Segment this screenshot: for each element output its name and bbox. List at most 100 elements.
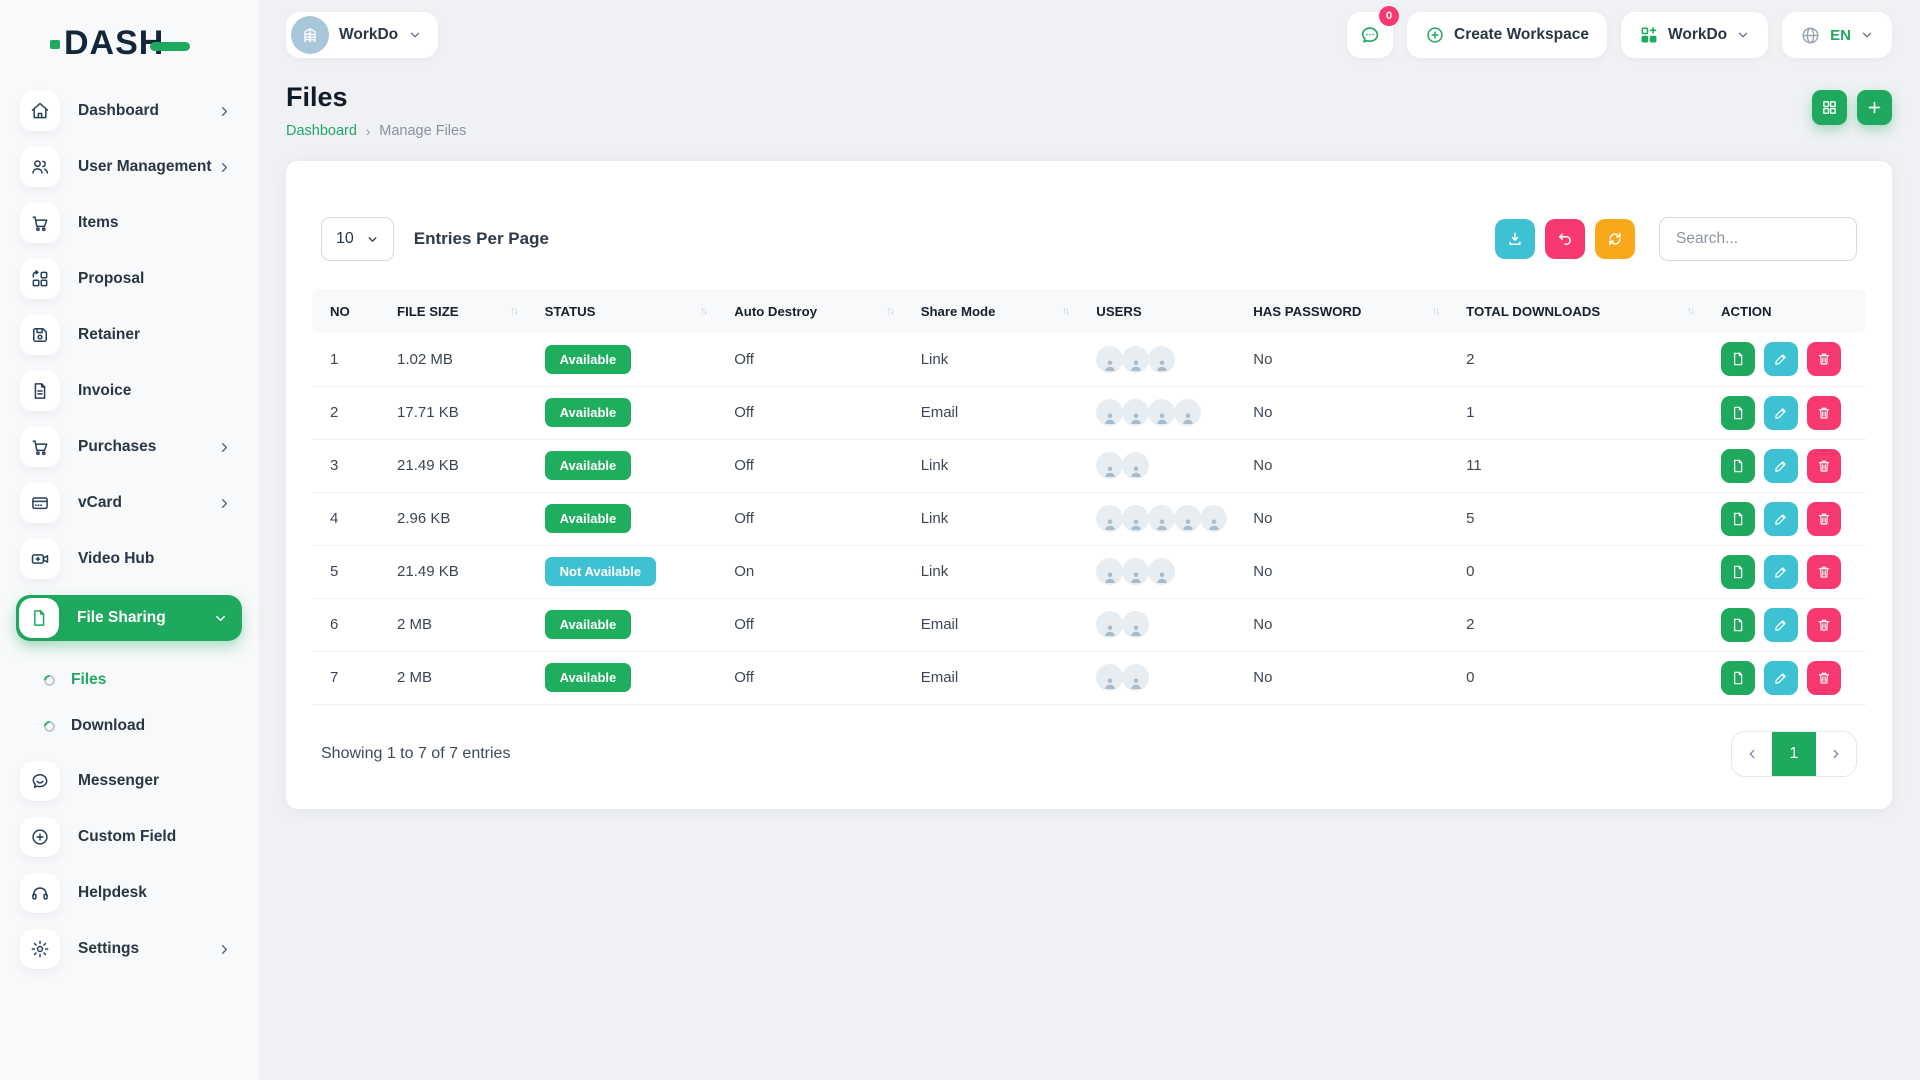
delete-file-button[interactable] <box>1807 342 1841 376</box>
delete-file-button[interactable] <box>1807 555 1841 589</box>
sidebar-item-messenger[interactable]: Messenger <box>16 761 242 801</box>
sidebar-item-file-sharing[interactable]: File Sharing <box>16 595 242 641</box>
view-file-button[interactable] <box>1721 608 1755 642</box>
view-file-button[interactable] <box>1721 342 1755 376</box>
view-file-button[interactable] <box>1721 396 1755 430</box>
previous-page-button[interactable] <box>1732 732 1772 776</box>
user-avatar <box>1122 611 1149 638</box>
delete-file-button[interactable] <box>1807 661 1841 695</box>
cell-users <box>1084 651 1241 704</box>
cell-file-size: 17.71 KB <box>385 386 533 439</box>
entries-select-value: 10 <box>336 230 354 248</box>
page-number-button[interactable]: 1 <box>1772 732 1816 776</box>
col-header-action: ACTION <box>1709 289 1866 333</box>
sidebar-item-items[interactable]: Items <box>16 203 242 243</box>
sidebar-item-label: Purchases <box>78 438 217 456</box>
cell-no: 5 <box>312 545 385 598</box>
sort-icon[interactable]: ↑↓ <box>1062 305 1073 317</box>
sidebar-item-dashboard[interactable]: Dashboard <box>16 91 242 131</box>
sidebar-item-retainer[interactable]: Retainer <box>16 315 242 355</box>
create-workspace-button[interactable]: Create Workspace <box>1407 12 1607 58</box>
cell-no: 6 <box>312 598 385 651</box>
users-icon <box>20 147 60 187</box>
view-file-button[interactable] <box>1721 555 1755 589</box>
cell-users <box>1084 333 1241 386</box>
entries-per-page-select[interactable]: 10 <box>321 217 394 261</box>
refresh-button[interactable] <box>1595 219 1635 259</box>
view-file-button[interactable] <box>1721 449 1755 483</box>
sort-icon[interactable]: ↑↓ <box>1432 305 1443 317</box>
col-header-share-mode[interactable]: Share Mode↑↓ <box>909 289 1085 333</box>
user-avatar <box>1122 399 1149 426</box>
cell-share-mode: Email <box>909 598 1085 651</box>
delete-file-button[interactable] <box>1807 502 1841 536</box>
sidebar-subitem-label: Files <box>71 671 106 689</box>
view-file-button[interactable] <box>1721 502 1755 536</box>
trash-icon <box>1816 405 1832 421</box>
cell-users <box>1084 598 1241 651</box>
view-file-button[interactable] <box>1721 661 1755 695</box>
cell-status: Available <box>533 333 723 386</box>
cell-share-mode: Email <box>909 386 1085 439</box>
edit-file-button[interactable] <box>1764 342 1798 376</box>
cell-share-mode: Link <box>909 492 1085 545</box>
workspace-selector[interactable]: WorkDo <box>286 12 438 58</box>
status-badge: Available <box>545 451 632 480</box>
col-header-status[interactable]: STATUS↑↓ <box>533 289 723 333</box>
sidebar-item-vcard[interactable]: vCard <box>16 483 242 523</box>
plus-circle-icon <box>20 817 60 857</box>
delete-file-button[interactable] <box>1807 396 1841 430</box>
avatar-group <box>1096 664 1229 691</box>
delete-file-button[interactable] <box>1807 449 1841 483</box>
language-code: EN <box>1830 27 1851 44</box>
breadcrumb-dashboard-link[interactable]: Dashboard <box>286 123 357 139</box>
messages-button[interactable]: 0 <box>1347 12 1393 58</box>
file-icon <box>1730 351 1746 367</box>
pencil-icon <box>1773 458 1789 474</box>
showing-entries-text: Showing 1 to 7 of 7 entries <box>321 745 510 763</box>
entries-per-page-label: Entries Per Page <box>414 229 549 249</box>
sidebar-item-purchases[interactable]: Purchases <box>16 427 242 467</box>
col-header-has-password[interactable]: HAS PASSWORD↑↓ <box>1241 289 1454 333</box>
delete-file-button[interactable] <box>1807 608 1841 642</box>
grid-view-button[interactable] <box>1812 90 1847 125</box>
sidebar-item-helpdesk[interactable]: Helpdesk <box>16 873 242 913</box>
user-avatar <box>1174 399 1201 426</box>
sidebar-subitem-download[interactable]: Download <box>16 703 242 749</box>
sidebar-item-invoice[interactable]: Invoice <box>16 371 242 411</box>
app-selector-button[interactable]: WorkDo <box>1621 12 1768 58</box>
next-page-button[interactable] <box>1816 732 1856 776</box>
sidebar-subitem-files[interactable]: Files <box>16 657 242 703</box>
chat-bubble-icon <box>1359 24 1381 46</box>
col-header-auto-destroy[interactable]: Auto Destroy↑↓ <box>722 289 908 333</box>
col-header-total-downloads[interactable]: TOTAL DOWNLOADS↑↓ <box>1454 289 1709 333</box>
edit-file-button[interactable] <box>1764 608 1798 642</box>
sort-icon[interactable]: ↑↓ <box>886 305 897 317</box>
language-selector[interactable]: EN <box>1782 12 1892 58</box>
export-download-button[interactable] <box>1495 219 1535 259</box>
undo-button[interactable] <box>1545 219 1585 259</box>
sidebar-item-video-hub[interactable]: Video Hub <box>16 539 242 579</box>
edit-file-button[interactable] <box>1764 396 1798 430</box>
save-icon <box>20 315 60 355</box>
sort-icon[interactable]: ↑↓ <box>700 305 711 317</box>
cell-auto-destroy: Off <box>722 492 908 545</box>
sidebar-item-custom-field[interactable]: Custom Field <box>16 817 242 857</box>
sidebar-item-proposal[interactable]: Proposal <box>16 259 242 299</box>
search-input[interactable] <box>1659 217 1857 261</box>
add-file-button[interactable] <box>1857 90 1892 125</box>
sidebar-item-user-management[interactable]: User Management <box>16 147 242 187</box>
sort-icon[interactable]: ↑↓ <box>510 305 521 317</box>
brand-logo[interactable]: DASH <box>64 24 258 63</box>
edit-file-button[interactable] <box>1764 555 1798 589</box>
edit-file-button[interactable] <box>1764 449 1798 483</box>
col-header-file-size[interactable]: FILE SIZE↑↓ <box>385 289 533 333</box>
cell-no: 1 <box>312 333 385 386</box>
edit-file-button[interactable] <box>1764 661 1798 695</box>
cell-status: Available <box>533 651 723 704</box>
sidebar-item-settings[interactable]: Settings <box>16 929 242 969</box>
sort-icon[interactable]: ↑↓ <box>1686 305 1697 317</box>
notification-badge: 0 <box>1379 6 1399 26</box>
edit-file-button[interactable] <box>1764 502 1798 536</box>
circle-bullet-icon <box>42 718 57 733</box>
